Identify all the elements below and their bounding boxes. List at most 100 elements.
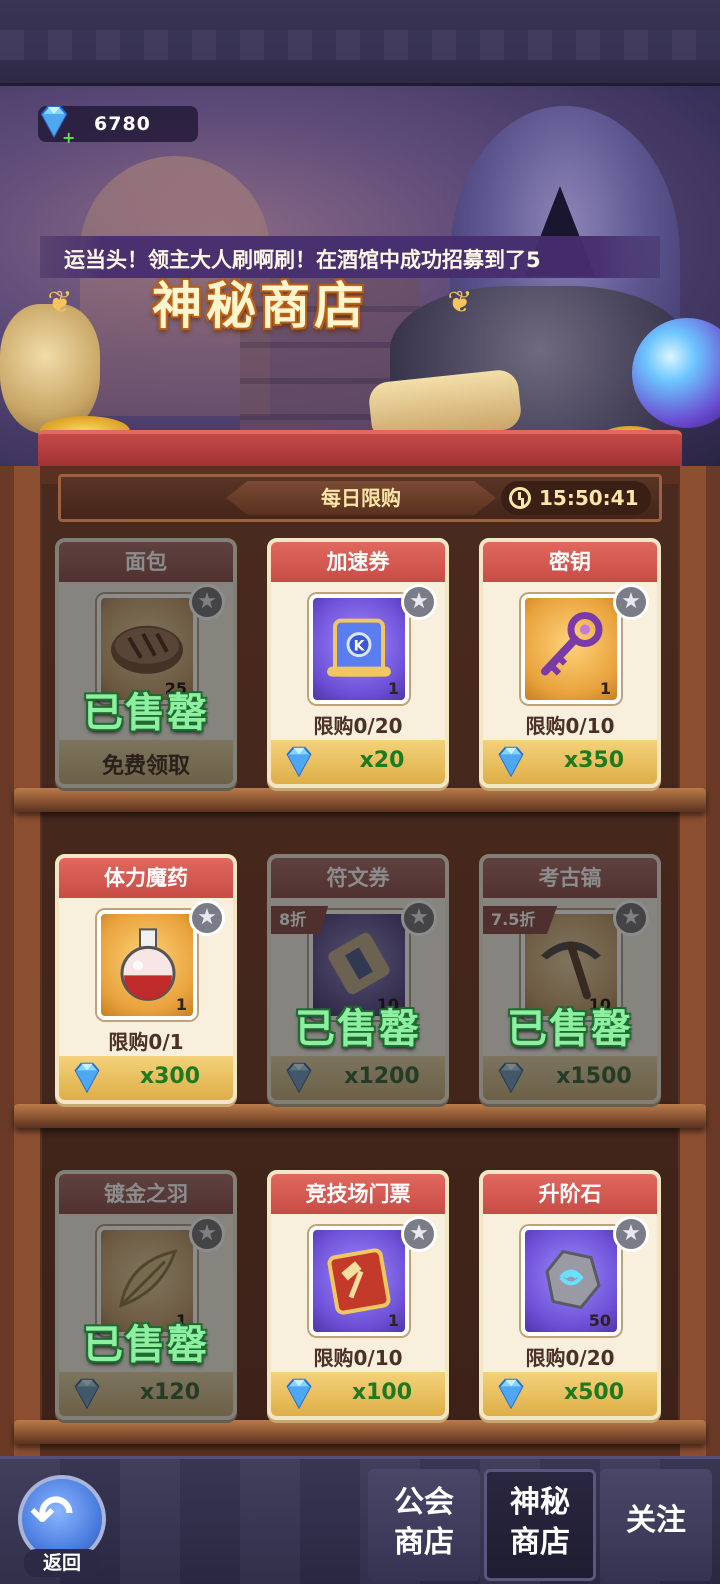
price-bar: x1500 bbox=[483, 1056, 657, 1100]
rune-scroll-icon bbox=[328, 932, 390, 995]
item-icon-frame: 1 bbox=[309, 1226, 409, 1336]
sold-out-stamp: 已售罄 bbox=[83, 1322, 209, 1368]
item-card-rune-ticket[interactable]: 符文券 10 8折 ★ x1200 bbox=[267, 854, 449, 1104]
diamond-icon bbox=[74, 1062, 100, 1094]
tab-label-line: 神秘 bbox=[510, 1485, 570, 1520]
tab-mystery-shop[interactable]: 神秘 商店 bbox=[484, 1469, 596, 1581]
price-value: x350 bbox=[563, 748, 625, 773]
favorite-star-icon[interactable]: ★ bbox=[401, 1216, 437, 1252]
price-bar[interactable]: x500 bbox=[483, 1372, 657, 1416]
price-bar: x1200 bbox=[271, 1056, 445, 1100]
purchase-limit: 限购0/10 bbox=[525, 714, 615, 738]
diamond-icon bbox=[498, 1062, 524, 1094]
item-card-arena-ticket[interactable]: 竞技场门票 1 ★ 限购0/10 x100 bbox=[267, 1170, 449, 1420]
favorite-star-icon[interactable]: ★ bbox=[613, 584, 649, 620]
back-label: 返回 bbox=[24, 1549, 100, 1577]
item-name: 加速券 bbox=[271, 542, 445, 582]
pickaxe-icon bbox=[541, 941, 601, 1000]
price-bar[interactable]: x20 bbox=[271, 740, 445, 784]
price-value: x1500 bbox=[556, 1064, 632, 1089]
diamond-icon bbox=[286, 1062, 312, 1094]
shelf-board bbox=[14, 1104, 706, 1128]
price-bar[interactable]: x350 bbox=[483, 740, 657, 784]
upgrade-stone-icon bbox=[545, 1249, 601, 1310]
item-card-pickaxe[interactable]: 考古镐 10 7.5折 ★ x1500 bbox=[479, 854, 661, 1104]
price-value: 免费领取 bbox=[101, 754, 190, 779]
sold-out-stamp: 已售罄 bbox=[507, 1006, 633, 1052]
shop-title-text: 神秘商店 bbox=[152, 277, 368, 335]
arena-ticket-icon bbox=[327, 1248, 391, 1315]
item-icon-frame: 50 bbox=[521, 1226, 621, 1336]
favorite-star-icon[interactable]: ★ bbox=[401, 584, 437, 620]
item-card-key[interactable]: 密钥 1 ★ 限购0/10 x350 bbox=[479, 538, 661, 788]
item-name: 符文券 bbox=[271, 858, 445, 898]
item-quantity: 1 bbox=[175, 995, 187, 1014]
diamond-icon bbox=[286, 746, 312, 778]
item-icon-frame: 1 bbox=[521, 594, 621, 704]
item-quantity: 1 bbox=[387, 679, 399, 698]
diamond-icon bbox=[498, 746, 524, 778]
item-name: 考古镐 bbox=[483, 858, 657, 898]
shelf-board bbox=[14, 788, 706, 812]
sold-out-stamp: 已售罄 bbox=[295, 1006, 421, 1052]
ticker-text: 运当头！领主大人刷啊刷！在酒馆中成功招募到了5 bbox=[64, 248, 541, 272]
price-value: x1200 bbox=[344, 1064, 420, 1089]
purchase-limit: 限购0/20 bbox=[525, 1346, 615, 1370]
tab-label-line: 商店 bbox=[510, 1525, 570, 1560]
item-icon-frame: K 1 bbox=[309, 594, 409, 704]
favorite-star-icon[interactable]: ★ bbox=[189, 1216, 225, 1252]
price-value: x500 bbox=[563, 1380, 625, 1405]
diamond-icon bbox=[498, 1378, 524, 1410]
item-card-upgrade-stone[interactable]: 升阶石 50 ★ 限购0/20 x500 bbox=[479, 1170, 661, 1420]
item-name: 体力魔药 bbox=[59, 858, 233, 898]
price-bar[interactable]: x300 bbox=[59, 1056, 233, 1100]
add-gems-icon[interactable]: + bbox=[62, 128, 75, 147]
item-card-bread[interactable]: 面包 25 ★ 免费领取 bbox=[55, 538, 237, 788]
price-value: x100 bbox=[351, 1380, 413, 1405]
gem-count: 6780 bbox=[94, 113, 151, 135]
price-bar: 免费领取 bbox=[59, 740, 233, 784]
tab-label-line: 商店 bbox=[394, 1525, 454, 1560]
tab-follow[interactable]: 关注 bbox=[600, 1469, 712, 1581]
item-name: 密钥 bbox=[483, 542, 657, 582]
back-button[interactable]: ↶ 返回 bbox=[14, 1471, 110, 1577]
potion-icon bbox=[120, 928, 176, 1001]
diamond-icon bbox=[286, 1378, 312, 1410]
daily-limit-label: 每日限购 bbox=[226, 481, 496, 515]
price-bar: x120 bbox=[59, 1372, 233, 1416]
shop-title: ❦ 神秘商店 ❦ bbox=[30, 272, 490, 342]
item-card-speed-ticket[interactable]: 加速券 K 1 ★ 限购0/20 x20 bbox=[267, 538, 449, 788]
ornament-right-icon: ❦ bbox=[447, 285, 473, 320]
item-name: 镀金之羽 bbox=[59, 1174, 233, 1214]
ornament-left-icon: ❦ bbox=[47, 285, 73, 320]
discount-badge: 8折 bbox=[271, 906, 329, 934]
purchase-limit: 限购0/10 bbox=[313, 1346, 403, 1370]
item-name: 面包 bbox=[59, 542, 233, 582]
tab-guild-shop[interactable]: 公会 商店 bbox=[368, 1469, 480, 1581]
tab-label-line: 关注 bbox=[626, 1503, 686, 1538]
favorite-star-icon[interactable]: ★ bbox=[613, 900, 649, 936]
scroll-ticket-icon: K bbox=[327, 618, 391, 677]
gem-counter[interactable]: + 6780 bbox=[38, 106, 198, 147]
feather-icon bbox=[119, 1249, 178, 1308]
favorite-star-icon[interactable]: ★ bbox=[613, 1216, 649, 1252]
favorite-star-icon[interactable]: ★ bbox=[189, 584, 225, 620]
discount-badge: 7.5折 bbox=[483, 906, 558, 934]
item-card-stamina-potion[interactable]: 体力魔药 1 ★ 限购0/1 x300 bbox=[55, 854, 237, 1104]
favorite-star-icon[interactable]: ★ bbox=[401, 900, 437, 936]
item-card-gilded-feather[interactable]: 镀金之羽 1 ★ x120 bbox=[55, 1170, 237, 1420]
price-bar[interactable]: x100 bbox=[271, 1372, 445, 1416]
bread-icon bbox=[111, 625, 183, 674]
key-icon bbox=[541, 611, 603, 676]
bottom-nav: ↶ 返回 公会 商店 神秘 商店 关注 bbox=[0, 1456, 720, 1584]
favorite-star-icon[interactable]: ★ bbox=[189, 900, 225, 936]
svg-text:K: K bbox=[354, 639, 366, 655]
item-quantity: 50 bbox=[588, 1311, 611, 1330]
item-icon-frame: 1 bbox=[97, 910, 197, 1020]
purchase-limit: 限购0/1 bbox=[108, 1030, 184, 1054]
refresh-timer: 15:50:41 bbox=[501, 481, 651, 515]
clock-icon bbox=[509, 487, 531, 509]
price-value: x300 bbox=[139, 1064, 201, 1089]
diamond-icon bbox=[74, 1378, 100, 1410]
shelf-board bbox=[14, 1420, 706, 1444]
